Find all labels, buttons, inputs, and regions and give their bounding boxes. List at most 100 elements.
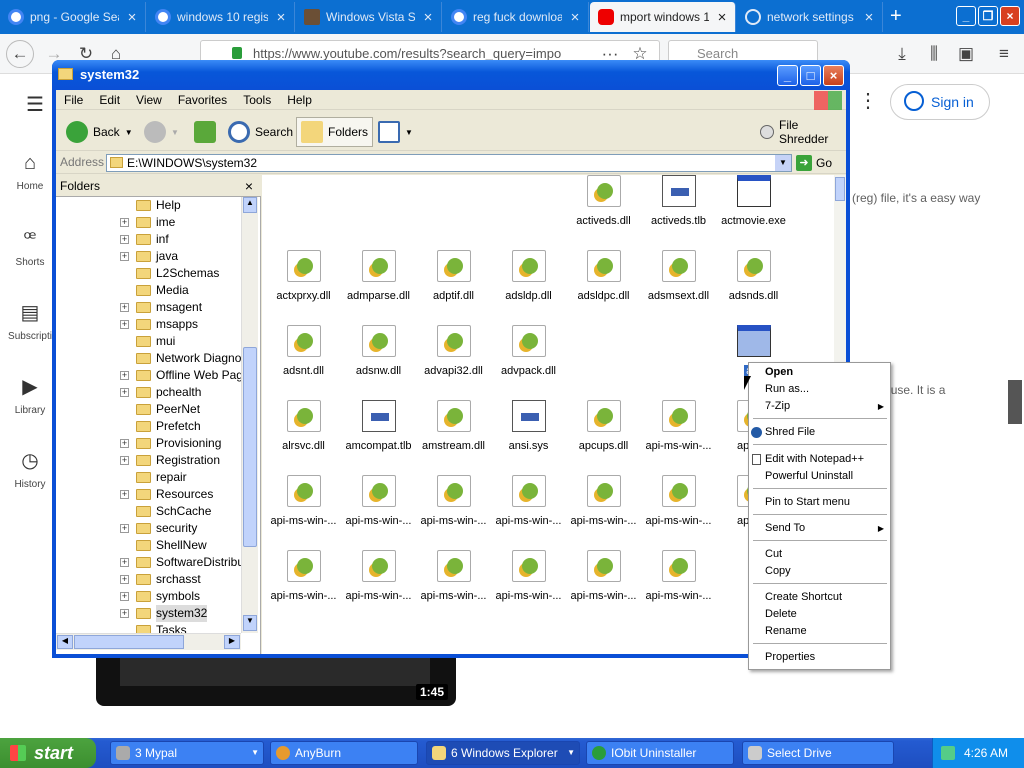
maximize-button[interactable]: □ xyxy=(800,65,821,86)
expand-icon[interactable]: + xyxy=(120,609,129,618)
tree-item[interactable]: ShellNew xyxy=(56,537,241,554)
tree-item[interactable]: + msapps xyxy=(56,316,241,333)
tree-item[interactable]: + SoftwareDistribut xyxy=(56,554,241,571)
yt-nav-shorts[interactable]: ꟹ Shorts xyxy=(0,226,60,268)
tree-item[interactable]: repair xyxy=(56,469,241,486)
file-item[interactable]: alrsvc.dll xyxy=(266,400,341,470)
file-item[interactable]: apcups.dll xyxy=(566,400,641,470)
minimize-button[interactable]: _ xyxy=(777,65,798,86)
menu-open[interactable]: Open xyxy=(749,364,890,381)
tree-horizontal-scrollbar[interactable]: ◀ ▶ xyxy=(56,633,241,650)
tree-item[interactable]: mui xyxy=(56,333,241,350)
menu-edit-notepad[interactable]: Edit with Notepad++ xyxy=(749,451,890,468)
yt-nav-home[interactable]: ⌂ Home xyxy=(0,152,60,192)
back-button[interactable]: Back ▼ xyxy=(62,117,137,147)
close-icon[interactable]: × xyxy=(125,9,139,26)
tree-item[interactable]: + Resources xyxy=(56,486,241,503)
menu-shred-file[interactable]: Shred File xyxy=(749,424,890,441)
tree-vertical-scrollbar[interactable]: ▲ ▼ xyxy=(241,197,258,633)
close-icon[interactable]: × xyxy=(245,175,253,197)
menu-run-as[interactable]: Run as... xyxy=(749,381,890,398)
tree-item[interactable]: + symbols xyxy=(56,588,241,605)
expand-icon[interactable]: + xyxy=(120,456,129,465)
file-item[interactable]: api-ms-win-... xyxy=(566,475,641,545)
expand-icon[interactable]: + xyxy=(120,235,129,244)
sidebar-icon[interactable]: ▣ xyxy=(954,42,978,66)
expand-icon[interactable]: + xyxy=(120,592,129,601)
network-icon[interactable] xyxy=(941,746,955,760)
menu-edit[interactable]: Edit xyxy=(91,90,128,109)
tree-item[interactable]: + security xyxy=(56,520,241,537)
tree-item[interactable]: Help xyxy=(56,197,241,214)
file-item[interactable]: adsnt.dll xyxy=(266,325,341,395)
close-icon[interactable]: × xyxy=(715,9,729,26)
tree-item[interactable]: + msagent xyxy=(56,299,241,316)
expand-icon[interactable]: + xyxy=(120,558,129,567)
tree-item[interactable]: + java xyxy=(56,248,241,265)
close-icon[interactable]: × xyxy=(421,9,435,26)
window-titlebar[interactable]: system32 xyxy=(52,60,850,90)
file-item[interactable]: adsldp.dll xyxy=(491,250,566,320)
browser-tab[interactable]: windows 10 regis × xyxy=(147,2,295,32)
file-item[interactable]: api-ms-win-... xyxy=(641,550,716,620)
tree-item[interactable]: PeerNet xyxy=(56,401,241,418)
menu-7zip[interactable]: 7-Zip ▶ xyxy=(749,398,890,415)
library-icon[interactable]: ⫼ xyxy=(922,42,946,66)
expand-icon[interactable]: + xyxy=(120,252,129,261)
page-scrollbar-thumb[interactable] xyxy=(1008,380,1022,424)
file-item[interactable]: adptif.dll xyxy=(416,250,491,320)
file-item[interactable]: api-ms-win-... xyxy=(341,550,416,620)
minimize-button[interactable]: _ xyxy=(956,6,976,26)
menu-view[interactable]: View xyxy=(128,90,170,109)
file-item[interactable]: activeds.dll xyxy=(566,175,641,245)
task-button[interactable]: Select Drive xyxy=(742,741,894,765)
tree-item[interactable]: Media xyxy=(56,282,241,299)
tree-item[interactable]: + Provisioning xyxy=(56,435,241,452)
file-item[interactable]: adsnds.dll xyxy=(716,250,791,320)
tree-item[interactable]: SchCache xyxy=(56,503,241,520)
file-item[interactable]: admparse.dll xyxy=(341,250,416,320)
hamburger-icon[interactable]: ☰ xyxy=(26,92,44,117)
file-item[interactable]: api-ms-win-... xyxy=(341,475,416,545)
back-arrow-icon[interactable]: ← xyxy=(6,40,34,68)
browser-tab[interactable]: reg fuck downloa × xyxy=(443,2,589,32)
browser-tab[interactable]: network settings × xyxy=(737,2,883,32)
more-vert-icon[interactable]: ⋮ xyxy=(858,88,878,113)
start-button[interactable]: start xyxy=(0,738,96,768)
close-icon[interactable]: × xyxy=(568,9,582,26)
file-item[interactable]: api-ms-win-... xyxy=(491,550,566,620)
menu-create-shortcut[interactable]: Create Shortcut xyxy=(749,589,890,606)
folders-button[interactable]: Folders xyxy=(296,117,374,147)
yt-nav-subscriptions[interactable]: ▤ Subscripti xyxy=(0,300,60,342)
browser-tab-active[interactable]: mport windows 10 × xyxy=(590,2,736,32)
expand-icon[interactable]: + xyxy=(120,575,129,584)
tree-item[interactable]: + Offline Web Page xyxy=(56,367,241,384)
close-button[interactable]: × xyxy=(1000,6,1020,26)
file-item[interactable]: advapi32.dll xyxy=(416,325,491,395)
browser-tab[interactable]: png - Google Sea × xyxy=(0,2,146,32)
go-button[interactable]: ➜ Go xyxy=(796,154,832,172)
menu-cut[interactable]: Cut xyxy=(749,546,890,563)
task-button[interactable]: IObit Uninstaller xyxy=(586,741,734,765)
menu-rename[interactable]: Rename xyxy=(749,623,890,640)
tree-item[interactable]: + system32 xyxy=(56,605,241,622)
scroll-thumb[interactable] xyxy=(243,347,257,547)
task-button[interactable]: AnyBurn xyxy=(270,741,418,765)
chevron-down-icon[interactable]: ▼ xyxy=(775,155,791,171)
menu-icon[interactable]: ≡ xyxy=(992,42,1016,66)
menu-file[interactable]: File xyxy=(56,90,91,109)
close-icon[interactable]: × xyxy=(274,9,288,26)
restore-button[interactable]: ❐ xyxy=(978,6,998,26)
tree-item[interactable]: Network Diagnost xyxy=(56,350,241,367)
expand-icon[interactable]: + xyxy=(120,524,129,533)
tree-item[interactable]: + ime xyxy=(56,214,241,231)
menu-tools[interactable]: Tools xyxy=(235,90,279,109)
scroll-up-icon[interactable]: ▲ xyxy=(243,197,257,213)
menu-properties[interactable]: Properties xyxy=(749,649,890,666)
file-item[interactable]: api-ms-win-... xyxy=(416,550,491,620)
expand-icon[interactable]: + xyxy=(120,371,129,380)
expand-icon[interactable]: + xyxy=(120,218,129,227)
expand-icon[interactable]: + xyxy=(120,388,129,397)
close-icon[interactable]: × xyxy=(862,9,876,26)
tree-item[interactable]: + inf xyxy=(56,231,241,248)
